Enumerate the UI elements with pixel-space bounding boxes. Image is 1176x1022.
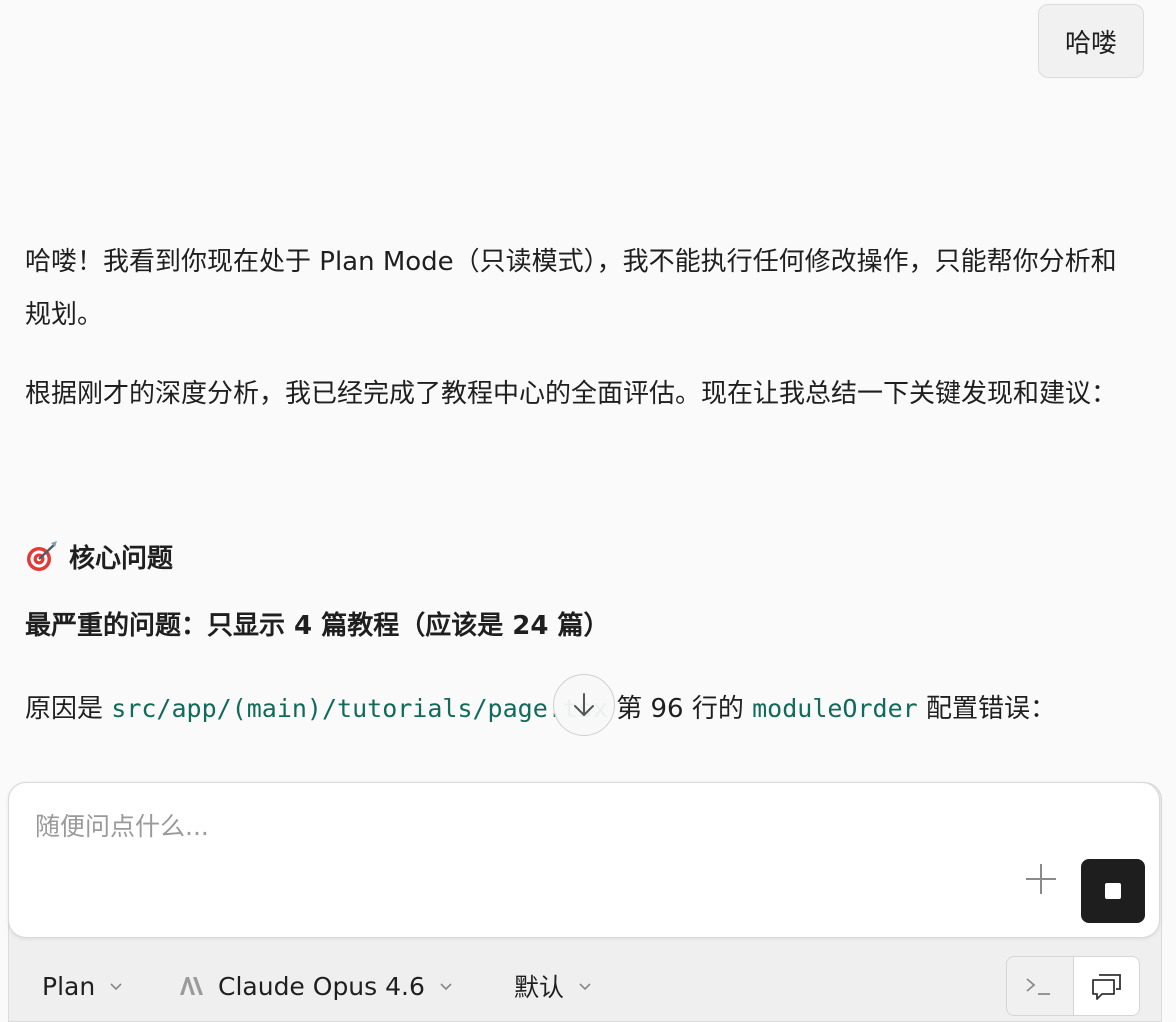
- add-attachment-button[interactable]: [1021, 859, 1061, 899]
- chevron-down-icon: [579, 983, 591, 991]
- line-prefix: 原因是: [25, 694, 112, 724]
- mode-label: Plan: [42, 971, 96, 1001]
- line-suffix: 配置错误：: [917, 694, 1056, 724]
- composer-toolbar: Plan Claude Opus 4.6 默认: [8, 950, 1160, 1020]
- terminal-view-button[interactable]: [1007, 957, 1071, 1015]
- section-heading-text: 核心问题: [69, 543, 174, 574]
- scroll-to-bottom-button[interactable]: [553, 674, 615, 736]
- model-selector[interactable]: Claude Opus 4.6: [178, 964, 453, 1008]
- section-heading: 核心问题: [25, 530, 173, 582]
- chevron-down-icon: [110, 983, 122, 991]
- assistant-bold-line: 最严重的问题：只显示 4 篇教程（应该是 24 篇）: [25, 611, 610, 641]
- mode-selector[interactable]: Plan: [42, 964, 123, 1008]
- composer-box: [8, 782, 1160, 938]
- user-message-bubble: 哈喽: [1037, 4, 1144, 78]
- assistant-paragraph-1: 哈喽！我看到你现在处于 Plan Mode（只读模式），我不能执行任何修改操作，…: [25, 247, 1117, 330]
- target-icon: [25, 539, 59, 573]
- assistant-paragraph-2: 根据刚才的深度分析，我已经完成了教程中心的全面评估。现在让我总结一下关键发现和建…: [25, 379, 1118, 409]
- chat-bubble-icon: [1092, 974, 1121, 1000]
- plus-icon: [1026, 864, 1056, 894]
- chevron-down-icon: [440, 983, 452, 991]
- preset-selector[interactable]: 默认: [514, 964, 592, 1008]
- chat-input[interactable]: [33, 805, 937, 847]
- file-path-code: src/app/(main)/tutorials/page.tsx: [111, 694, 608, 723]
- stop-button[interactable]: [1081, 859, 1145, 923]
- terminal-icon: [1026, 978, 1050, 995]
- chat-view-button[interactable]: [1073, 957, 1139, 1015]
- line-middle: 第 96 行的: [607, 694, 753, 724]
- preset-label: 默认: [514, 973, 565, 1002]
- user-message-text: 哈喽: [1064, 28, 1117, 59]
- model-label: Claude Opus 4.6: [218, 971, 425, 1001]
- anthropic-logo-icon: [180, 977, 203, 995]
- code-identifier: moduleOrder: [752, 694, 918, 723]
- stop-icon: [1105, 883, 1121, 899]
- arrow-down-icon: [574, 693, 594, 716]
- view-toggle-group: [1006, 956, 1140, 1016]
